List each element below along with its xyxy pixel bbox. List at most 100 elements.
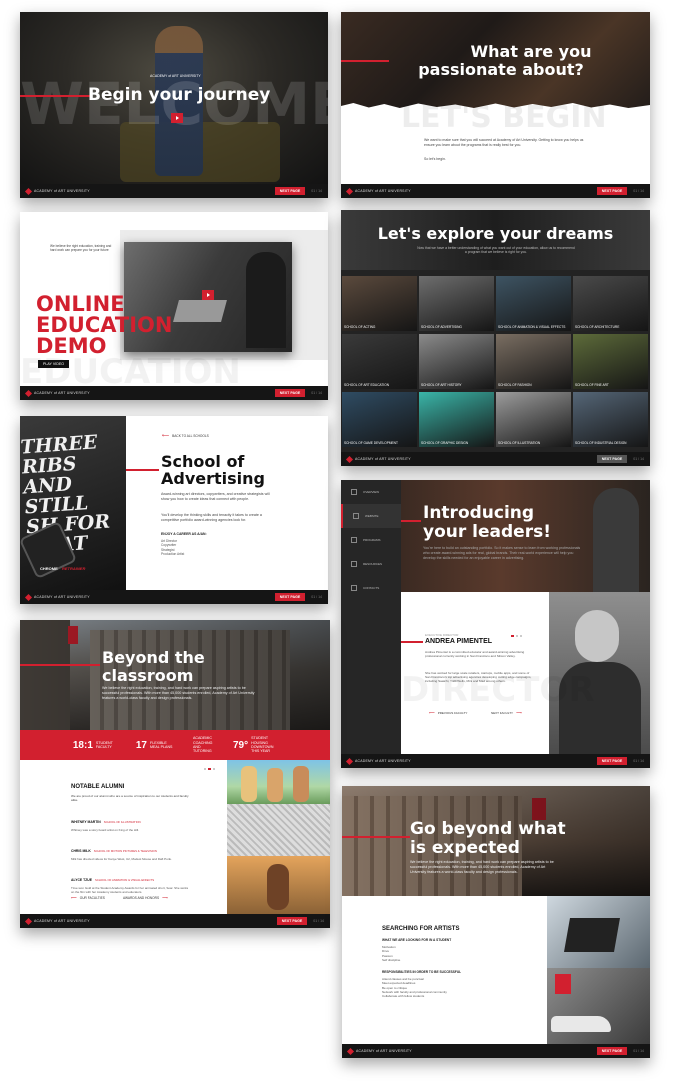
next-page-button[interactable]: NEXT PAGE [274,187,306,195]
poster-photo: THREE RIBS AND STILL SH FOR THAT CHROME … [20,416,126,590]
our-faculties-link[interactable]: ⟵ OUR FACULTIES [71,895,105,900]
side-nav-item[interactable]: OVERVIEW [341,480,401,504]
school-tile[interactable]: SCHOOL OF ART HISTORY [419,334,494,389]
school-tile[interactable]: SCHOOL OF ARCHITECTURE [573,276,648,331]
dot-active[interactable] [208,768,211,770]
dot[interactable] [213,768,215,770]
next-faculty-link[interactable]: NEXT FACULTY ⟶ [491,710,522,715]
career-list: Art Director Copywriter Strategist Producti… [161,539,184,557]
next-page-button[interactable]: NEXT PAGE [596,1047,628,1055]
carousel-dots[interactable] [204,768,215,770]
intro-text: We want to make sure that you will succe… [424,138,584,147]
paragraph-1: Award-winning art directors, copywriters… [161,492,270,501]
school-tile-label: SCHOOL OF GAME DEVELOPMENT [344,441,398,446]
stat-value: 17 [135,739,147,751]
page-counter: 01 / 14 [633,189,644,193]
logo-icon [24,389,33,397]
headline-line1: Go beyond what [410,819,566,839]
school-tile[interactable]: SCHOOL OF ILLUSTRATION [496,392,571,447]
stat-item: ACADEMIC COACHING AND TUTORING [190,736,219,753]
side-nav-item[interactable]: RESOURCES [341,552,401,576]
back-link[interactable]: ⟵ BACK TO ALL SCHOOLS [162,433,209,439]
stat-label: STUDENT HOUSING DOWNTOWN THIS YEAR [251,736,274,754]
school-tile[interactable]: SCHOOL OF INDUSTRIAL DESIGN [573,392,648,447]
previous-faculty-link[interactable]: ⟵ PREVIOUS FACULTY [429,710,467,715]
footer-brand: ACADEMY of ART UNIVERSITY [345,187,411,195]
school-tile[interactable]: SCHOOL OF FINE ART [573,334,648,389]
arrow-right-icon: ⟶ [516,710,522,715]
footer-brand: ACADEMY of ART UNIVERSITY [24,187,90,195]
school-tile[interactable]: SCHOOL OF ADVERTISING [419,276,494,331]
next-page-button[interactable]: NEXT PAGE [276,917,308,925]
alumni-heading: ALYCE TZUE SCHOOL OF ANIMATION & VISUAL E… [71,868,211,886]
next-page-button[interactable]: NEXT PAGE [596,187,628,195]
nav-item-icon [351,537,357,543]
next-page-button[interactable]: NEXT PAGE [274,593,306,601]
headline-line1: Introducing [423,503,535,523]
school-tile[interactable]: SCHOOL OF ACTING [342,276,417,331]
list-item: Collaborate with fellow students [382,994,425,999]
school-tile-label: SCHOOL OF ANIMATION & VISUAL EFFECTS [498,325,566,330]
nav-item-label: WEBSITE [365,514,379,518]
school-tile[interactable]: SCHOOL OF GRAPHIC DESIGN [419,392,494,447]
school-tile-label: SCHOOL OF ARCHITECTURE [575,325,620,330]
school-tile[interactable]: SCHOOL OF ANIMATION & VISUAL EFFECTS [496,276,571,331]
school-tile-label: SCHOOL OF ILLUSTRATION [498,441,541,446]
artist-photo-2 [547,968,650,1044]
intro-text: We believe the right education, training… [410,860,554,874]
school-tile[interactable]: SCHOOL OF GAME DEVELOPMENT [342,392,417,447]
laptop-shape [173,300,227,322]
alumni-entry: ALYCE TZUE SCHOOL OF ANIMATION & VISUAL E… [71,868,211,894]
page-counter: 01 / 14 [633,1049,644,1053]
intro-text: You're here to build an outstanding port… [423,546,581,560]
footer-brand: ACADEMY of ART UNIVERSITY [345,455,411,463]
nav-item-label: CONTACTS [363,586,380,590]
nav-item-icon [353,513,359,519]
next-page-button[interactable]: NEXT PAGE [274,389,306,397]
figure [241,766,257,802]
stats-bar: 18:1 STUDENT FACULTY 17 FLEXIBLE MEAL PLANS… [20,730,330,760]
play-video-button[interactable]: PLAY VIDEO [38,360,70,368]
side-nav-item[interactable]: CONTACTS [341,576,401,600]
logo-small: ACADEMY of ART UNIVERSITY [150,74,201,78]
accent-line [20,664,100,666]
alumni-school: SCHOOL OF ANIMATION & VISUAL EFFECTS [94,878,155,882]
stat-value: 79° [233,739,249,751]
school-tile-label: SCHOOL OF FASHION [498,383,532,388]
logo-icon [24,917,33,925]
alumni-school: SCHOOL OF ILLUSTRATION [103,820,141,824]
page-counter: 01 / 14 [313,919,324,923]
dot-active[interactable] [511,635,514,637]
slide-beyond-classroom: Beyond the classroom We believe the righ… [20,620,330,928]
accent-line [401,520,421,522]
figure [267,864,289,910]
awards-link[interactable]: AWARDS AND HONORS ⟶ [123,895,168,900]
slide-passionate: LET'S BEGIN What are you passionate abou… [341,12,650,198]
next-page-button[interactable]: NEXT PAGE [596,455,628,463]
logo-icon [345,455,354,463]
headline-line2: classroom [102,666,194,685]
school-tile[interactable]: SCHOOL OF ART EDUCATION [342,334,417,389]
stat-label: FLEXIBLE MEAL PLANS [150,740,173,749]
alumni-name: WHITNEY MARTIN [71,820,101,824]
dot[interactable] [204,768,206,770]
dot[interactable] [516,635,518,637]
accent-line [341,60,389,62]
school-tile-label: SCHOOL OF ADVERTISING [421,325,462,330]
sketch-image [227,804,330,856]
headline-line2: is expected [410,838,520,858]
list-responsibilities: Attend classes and be punctual Meet expec… [382,977,447,998]
carousel-dots[interactable] [511,635,522,637]
play-icon [175,116,179,120]
next-page-button[interactable]: NEXT PAGE [596,757,628,765]
footer-brand: ACADEMY of ART UNIVERSITY [24,389,90,397]
leader-bio-2: She has worked for large scale retailers… [425,671,532,684]
slide-leaders: OVERVIEW WEBSITE PROGRAMS RESOURCES CONTACTS… [341,480,650,768]
play-button[interactable] [171,113,183,123]
play-button[interactable] [202,290,214,300]
headline-line2: your leaders! [423,522,551,542]
side-nav-item[interactable]: PROGRAMS [341,528,401,552]
side-nav-item[interactable]: WEBSITE [341,504,401,528]
school-tile[interactable]: SCHOOL OF FASHION [496,334,571,389]
dot[interactable] [520,635,522,637]
